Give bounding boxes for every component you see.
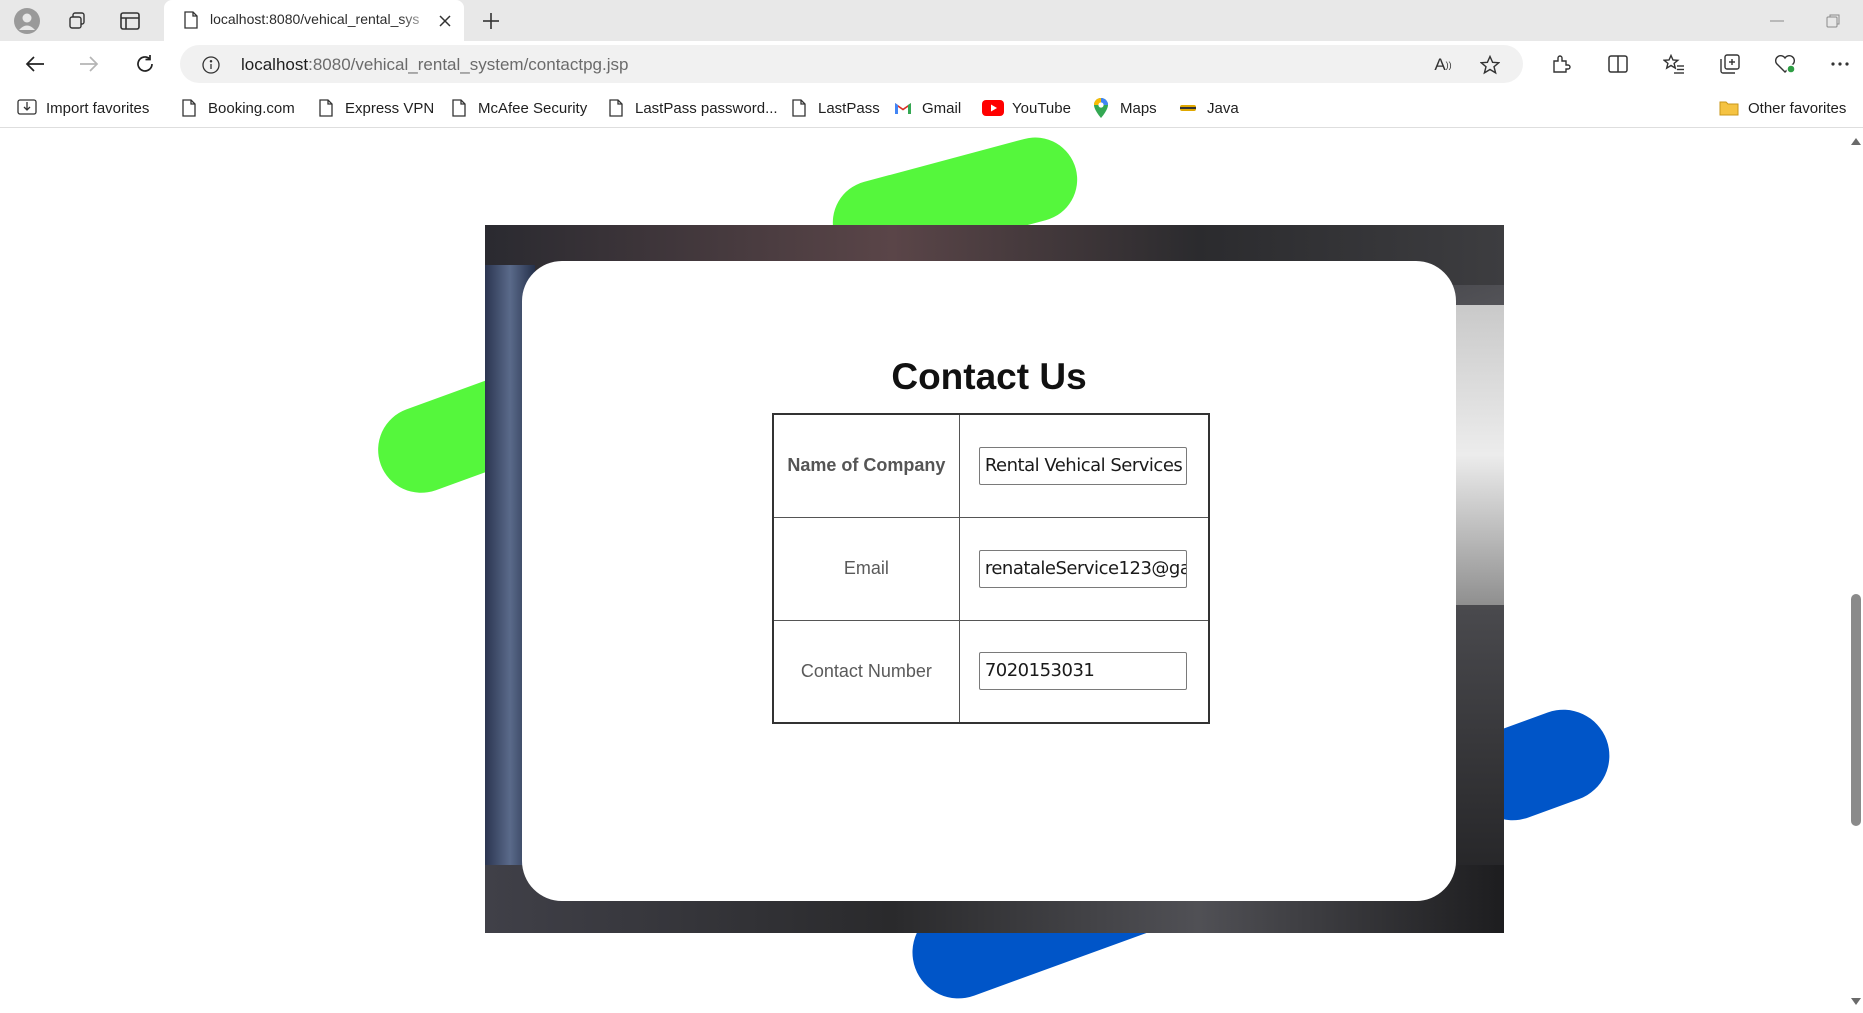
collections-icon[interactable] — [1716, 50, 1744, 78]
email-label: Email — [772, 516, 960, 621]
maps-pin-icon — [1090, 97, 1112, 119]
page-viewport: Contact Us Name of Company Rental Vehica… — [0, 129, 1849, 1013]
url-host: localhost — [241, 55, 309, 74]
url-path: :8080/vehical_rental_system/contactpg.js… — [308, 55, 629, 74]
refresh-icon[interactable] — [131, 50, 159, 78]
page-icon — [788, 97, 810, 119]
minimize-icon[interactable] — [1762, 8, 1792, 34]
tab-title-fade — [400, 6, 434, 34]
forward-arrow-icon[interactable] — [75, 50, 103, 78]
contact-number-label: Contact Number — [772, 619, 960, 724]
favorite-booking[interactable]: Booking.com — [178, 96, 295, 120]
youtube-icon — [982, 97, 1004, 119]
close-tab-icon[interactable] — [434, 10, 456, 32]
favorite-label: Gmail — [922, 99, 962, 117]
vertical-tabs-icon[interactable] — [117, 8, 143, 34]
tab-strip: localhost:8080/vehical_rental_sys — [0, 0, 1863, 41]
favorite-maps[interactable]: Maps — [1090, 96, 1157, 120]
contact-card: Contact Us Name of Company Rental Vehica… — [522, 261, 1456, 901]
favorite-label: Other favorites — [1748, 99, 1847, 117]
contact-table: Name of Company Rental Vehical Services … — [772, 413, 1210, 724]
favorite-label: Maps — [1120, 99, 1157, 117]
other-favorites-folder[interactable]: Other favorites — [1718, 96, 1846, 120]
page-icon — [605, 97, 627, 119]
company-name-label: Name of Company — [772, 413, 960, 518]
page-title: Contact Us — [891, 356, 1087, 397]
favorite-express-vpn[interactable]: Express VPN — [315, 96, 434, 120]
page-icon — [178, 97, 200, 119]
email-cell: renataleService123@gail — [958, 516, 1210, 621]
site-info-icon[interactable] — [200, 54, 222, 76]
folder-icon — [1718, 97, 1740, 119]
favorite-label: Java — [1207, 99, 1239, 117]
tab-title: localhost:8080/vehical_rental_sys — [210, 11, 420, 27]
favorite-lastpass-password[interactable]: LastPass password... — [605, 96, 778, 120]
favorite-label: YouTube — [1012, 99, 1071, 117]
favorite-label: Express VPN — [345, 99, 435, 117]
favorite-label: Import favorites — [46, 99, 150, 117]
favorite-import[interactable]: Import favorites — [16, 96, 149, 120]
back-arrow-icon[interactable] — [21, 50, 49, 78]
favorite-label: McAfee Security — [478, 99, 588, 117]
more-options-icon[interactable] — [1826, 50, 1854, 78]
workspaces-icon[interactable] — [64, 8, 90, 34]
new-tab-icon[interactable] — [478, 8, 504, 34]
navigation-toolbar: localhost:8080/vehical_rental_system/con… — [0, 41, 1863, 87]
table-row: Email renataleService123@gail — [772, 516, 1210, 621]
page-icon — [181, 10, 201, 30]
url-text[interactable]: localhost:8080/vehical_rental_system/con… — [241, 55, 628, 75]
table-row: Contact Number 7020153031 — [772, 619, 1210, 724]
scrollbar-thumb[interactable] — [1851, 594, 1861, 826]
table-row: Name of Company Rental Vehical Services — [772, 413, 1210, 518]
favorite-label: LastPass — [818, 99, 880, 117]
favorite-star-icon[interactable] — [1478, 53, 1502, 77]
favorites-bar: Import favorites Booking.com Express VPN… — [0, 87, 1863, 128]
favorite-java[interactable]: Java — [1177, 96, 1239, 120]
page-icon — [448, 97, 470, 119]
gmail-icon — [892, 97, 914, 119]
company-name-field[interactable]: Rental Vehical Services — [978, 446, 1187, 485]
favorite-mcafee[interactable]: McAfee Security — [448, 96, 587, 120]
restore-window-icon[interactable] — [1818, 8, 1848, 34]
scroll-up-arrow-icon[interactable] — [1851, 137, 1861, 145]
company-name-cell: Rental Vehical Services — [958, 413, 1210, 518]
email-field[interactable]: renataleService123@gail — [978, 549, 1187, 588]
profile-avatar-icon[interactable] — [12, 6, 42, 36]
read-aloud-icon[interactable]: A)) — [1431, 53, 1455, 77]
split-screen-icon[interactable] — [1604, 50, 1632, 78]
favorites-list-icon[interactable] — [1660, 50, 1688, 78]
contact-number-cell: 7020153031 — [958, 619, 1210, 724]
contact-number-field[interactable]: 7020153031 — [978, 652, 1187, 691]
active-tab[interactable]: localhost:8080/vehical_rental_sys — [164, 0, 464, 41]
favorite-gmail[interactable]: Gmail — [892, 96, 961, 120]
favorite-lastpass[interactable]: LastPass — [788, 96, 880, 120]
extensions-icon[interactable] — [1547, 50, 1575, 78]
vertical-scrollbar[interactable] — [1849, 129, 1863, 1013]
java-icon — [1177, 97, 1199, 119]
import-icon — [16, 97, 38, 119]
page-icon — [315, 97, 337, 119]
favorite-label: LastPass password... — [635, 99, 778, 117]
browser-essentials-icon[interactable] — [1771, 50, 1799, 78]
favorite-youtube[interactable]: YouTube — [982, 96, 1071, 120]
scroll-down-arrow-icon[interactable] — [1851, 997, 1861, 1005]
favorite-label: Booking.com — [208, 99, 295, 117]
address-bar[interactable]: localhost:8080/vehical_rental_system/con… — [180, 45, 1523, 83]
